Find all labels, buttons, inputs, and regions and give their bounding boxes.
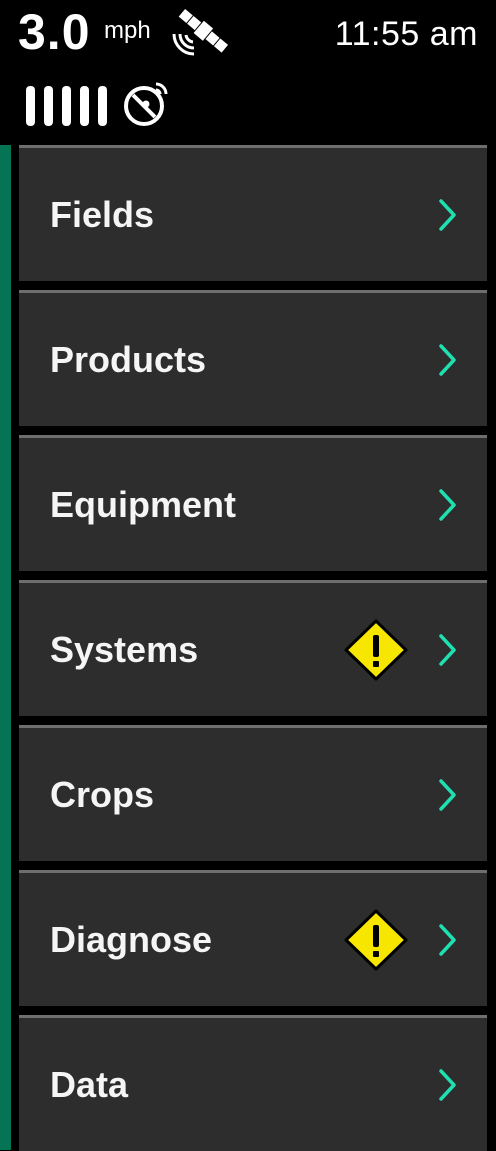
- menu-item-products[interactable]: Products: [19, 290, 487, 426]
- menu-item-label: Data: [50, 1064, 129, 1105]
- menu-item-label: Systems: [50, 629, 199, 670]
- menu-item-crops[interactable]: Crops: [19, 725, 487, 861]
- signal-bar: [26, 86, 35, 126]
- warning-icon: [344, 619, 408, 681]
- chevron-right-icon: [439, 779, 456, 811]
- speed-unit: mph: [104, 17, 151, 44]
- menu-item-fields[interactable]: Fields: [19, 145, 487, 281]
- signal-bars-icon: [26, 86, 116, 126]
- chevron-right-icon: [439, 199, 456, 231]
- menu-item-systems[interactable]: Systems: [19, 580, 487, 716]
- satellite-dish-icon: [124, 82, 168, 126]
- signal-bar: [98, 86, 107, 126]
- left-accent-bar: [0, 145, 11, 1150]
- menu-item-label: Products: [50, 339, 207, 380]
- menu-item-label: Diagnose: [50, 919, 213, 960]
- signal-bar: [44, 86, 53, 126]
- menu-item-equipment[interactable]: Equipment: [19, 435, 487, 571]
- chevron-right-icon: [439, 344, 456, 376]
- chevron-right-icon: [439, 489, 456, 521]
- chevron-right-icon: [439, 1069, 456, 1101]
- signal-bar: [62, 86, 71, 126]
- clock: 11:55 am: [334, 15, 478, 53]
- menu-item-diagnose[interactable]: Diagnose: [19, 870, 487, 1006]
- chevron-right-icon: [439, 634, 456, 666]
- menu-item-label: Equipment: [50, 484, 236, 525]
- menu-item-label: Fields: [50, 194, 155, 235]
- menu-item-label: Crops: [50, 774, 155, 815]
- satellite-icon: [172, 8, 229, 56]
- warning-icon: [344, 909, 408, 971]
- signal-bar: [80, 86, 89, 126]
- status-bar: 3.0 mph 11:55 am: [0, 0, 496, 140]
- menu-item-data[interactable]: Data: [19, 1015, 487, 1151]
- speed-value: 3.0: [18, 4, 91, 60]
- chevron-right-icon: [439, 924, 456, 956]
